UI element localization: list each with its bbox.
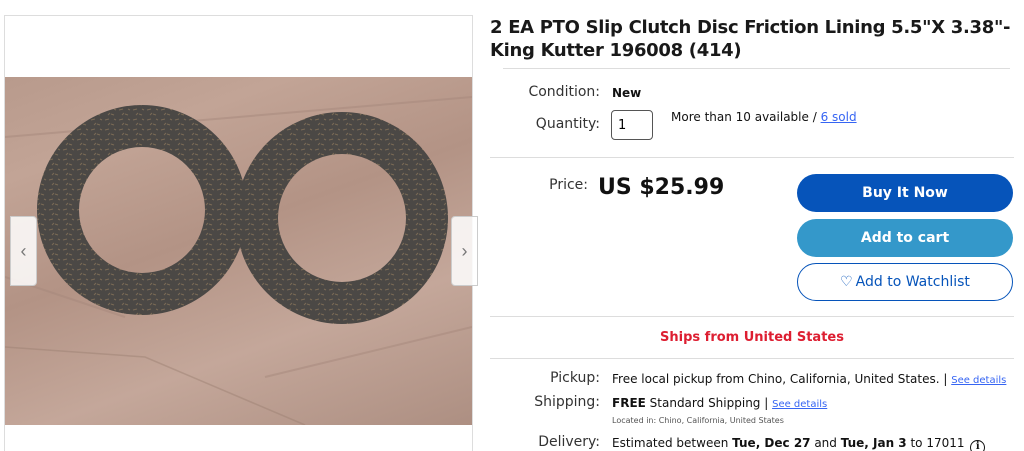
ships-from-banner: Ships from United States — [660, 330, 844, 345]
pickup-label: Pickup: — [550, 370, 600, 386]
chevron-left-icon: ‹ — [20, 240, 27, 261]
friction-discs-illustration — [5, 96, 472, 425]
gallery-next-button[interactable]: › — [451, 216, 478, 286]
shipping-text: Standard Shipping | — [645, 396, 773, 410]
price-label: Price: — [549, 177, 588, 193]
availability-count: More than 10 available / — [671, 110, 821, 124]
chevron-right-icon: › — [461, 240, 468, 261]
delivery-end: Tue, Jan 3 — [840, 436, 907, 450]
pickup-text: Free local pickup from Chino, California… — [612, 372, 952, 386]
divider — [490, 316, 1014, 317]
delivery-start: Tue, Dec 27 — [732, 436, 811, 450]
price-value: US $25.99 — [598, 175, 725, 200]
divider — [503, 68, 1010, 69]
product-photo[interactable] — [5, 77, 472, 425]
shipping-free: FREE — [612, 396, 646, 410]
delivery-prefix: Estimated between — [612, 436, 733, 450]
condition-value: New — [612, 86, 642, 100]
quantity-label: Quantity: — [535, 116, 600, 132]
divider — [490, 157, 1014, 158]
pickup-details-link[interactable]: See details — [951, 375, 1006, 386]
shipping-label: Shipping: — [534, 394, 600, 410]
condition-label: Condition: — [528, 84, 600, 100]
pickup-info: Free local pickup from Chino, California… — [612, 372, 1006, 386]
add-to-watchlist-button[interactable]: ♡ Add to Watchlist — [797, 263, 1013, 301]
delivery-label: Delivery: — [538, 434, 600, 450]
delivery-postfix: to 17011 — [906, 436, 969, 450]
delivery-and: and — [810, 436, 841, 450]
watchlist-label: Add to Watchlist — [855, 274, 970, 290]
shipping-info: FREE Standard Shipping | See details — [612, 396, 827, 410]
heart-icon: ♡ — [840, 274, 853, 290]
disc-left — [37, 105, 247, 315]
availability-text: More than 10 available / 6 sold — [671, 110, 857, 124]
quantity-input[interactable] — [611, 110, 653, 140]
image-gallery: ‹ › — [4, 15, 478, 451]
divider — [490, 358, 1014, 359]
gallery-prev-button[interactable]: ‹ — [10, 216, 37, 286]
sold-count-link[interactable]: 6 sold — [821, 110, 857, 124]
item-location: Located in: Chino, California, United St… — [612, 416, 784, 425]
delivery-info: Estimated between Tue, Dec 27 and Tue, J… — [612, 436, 986, 451]
disc-right — [236, 112, 448, 324]
add-to-cart-button[interactable]: Add to cart — [797, 219, 1013, 257]
shipping-details-link[interactable]: See details — [772, 399, 827, 410]
listing-title: 2 EA PTO Slip Clutch Disc Friction Linin… — [490, 17, 1011, 61]
buy-it-now-button[interactable]: Buy It Now — [797, 174, 1013, 212]
info-icon[interactable]: i — [970, 440, 986, 451]
